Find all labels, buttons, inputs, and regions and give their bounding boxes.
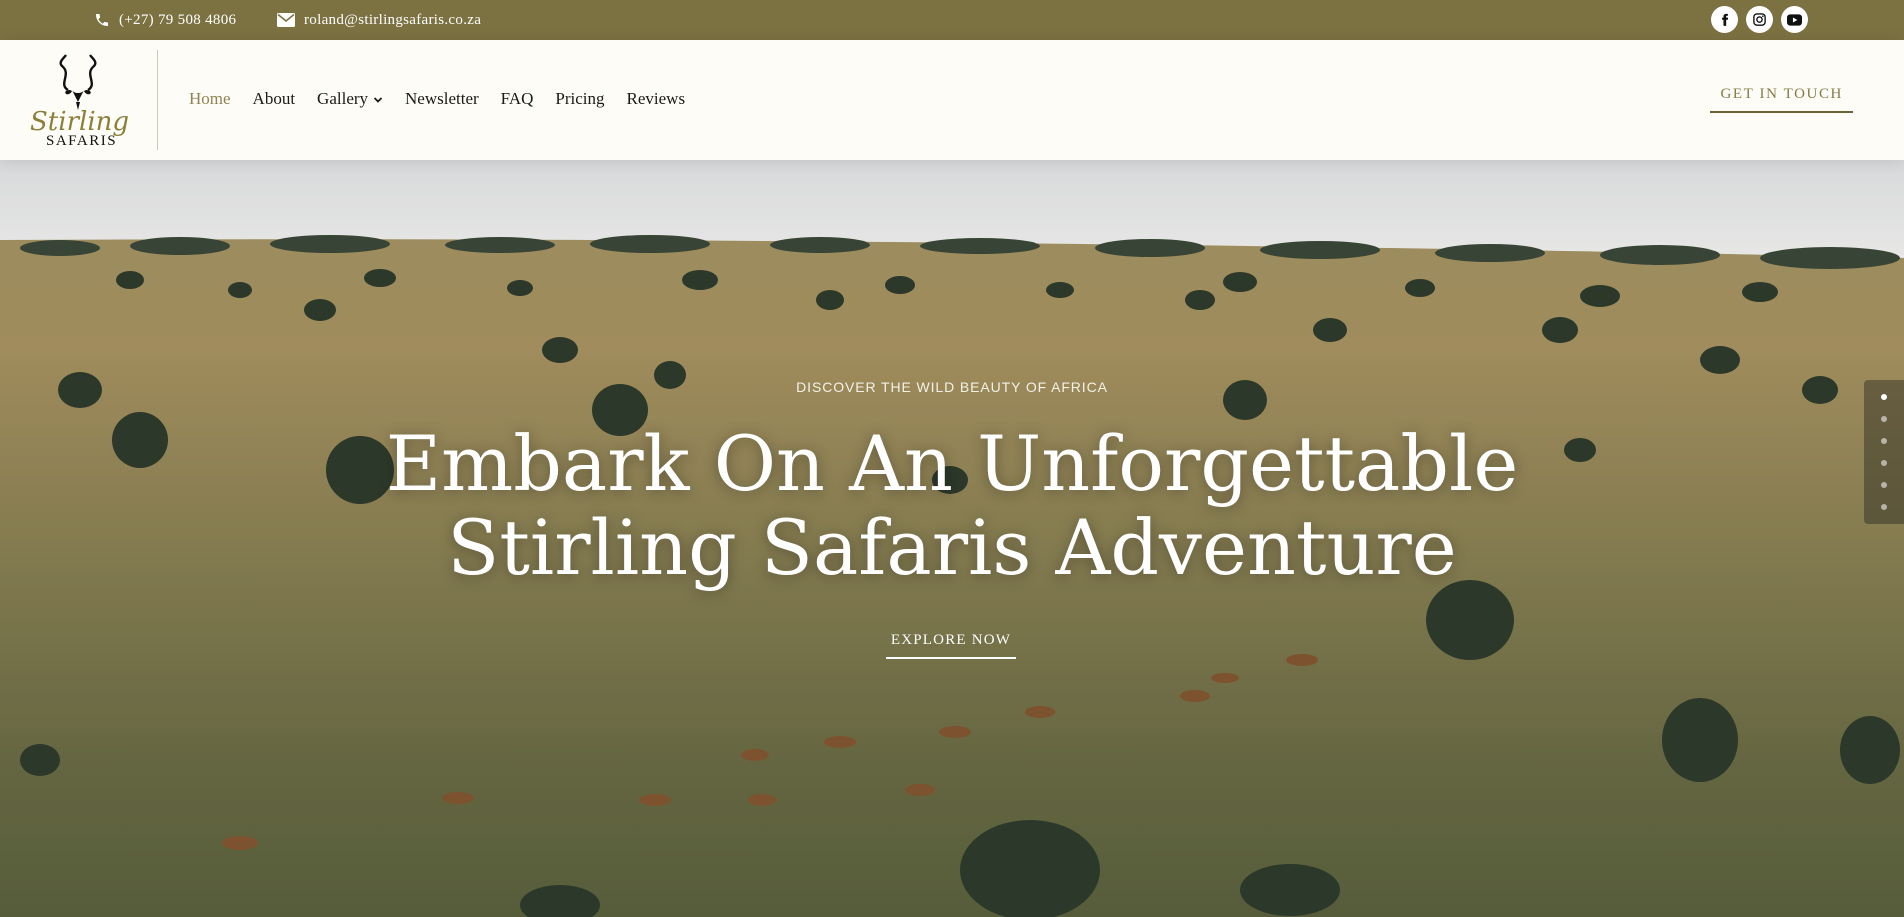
phone-number: (+27) 79 508 4806	[119, 11, 237, 28]
nav-label: Home	[189, 89, 231, 108]
hero-headline-line-1: Embark On An Unforgettable	[385, 419, 1519, 508]
hero-section: DISCOVER THE WILD BEAUTY OF AFRICA Embar…	[0, 160, 1904, 917]
nav-item-reviews[interactable]: Reviews	[627, 89, 686, 109]
instagram-icon[interactable]	[1746, 6, 1773, 33]
top-bar: (+27) 79 508 4806 roland@stirlingsafaris…	[0, 0, 1904, 40]
nav-item-newsletter[interactable]: Newsletter	[405, 89, 479, 109]
phone-icon	[94, 12, 110, 28]
email-address: roland@stirlingsafaris.co.za	[304, 11, 482, 28]
slide-dot-1[interactable]	[1881, 394, 1887, 400]
nav-item-about[interactable]: About	[253, 89, 296, 109]
logo-divider	[157, 50, 158, 150]
hero-headline: Embark On An Unforgettable Stirling Safa…	[0, 422, 1904, 590]
slide-dot-2[interactable]	[1881, 416, 1887, 422]
nav-label: About	[252, 89, 296, 108]
phone-contact[interactable]: (+27) 79 508 4806	[94, 0, 236, 40]
slide-dot-4[interactable]	[1881, 460, 1887, 466]
nav-item-gallery[interactable]: Gallery	[317, 89, 383, 109]
nav-label: Pricing	[555, 89, 605, 108]
kudu-logo-icon: Stirling SAFARIS	[30, 54, 129, 149]
hero-headline-line-2: Stirling Safaris Adventure	[447, 503, 1457, 592]
envelope-icon	[277, 13, 295, 27]
site-header: Stirling SAFARIS Home About Gallery News…	[0, 40, 1904, 160]
logo-word-text: SAFARIS	[46, 133, 117, 146]
nav-item-faq[interactable]: FAQ	[501, 89, 534, 109]
nav-label: Newsletter	[405, 89, 479, 108]
youtube-icon[interactable]	[1781, 6, 1808, 33]
email-contact[interactable]: roland@stirlingsafaris.co.za	[277, 0, 481, 40]
slide-dot-3[interactable]	[1881, 438, 1887, 444]
nav-label: Gallery	[317, 89, 369, 108]
explore-now-button[interactable]: EXPLORE NOW	[886, 632, 1016, 659]
nav-item-home[interactable]: Home	[189, 89, 231, 109]
slide-dot-6[interactable]	[1881, 504, 1887, 510]
slide-dot-5[interactable]	[1881, 482, 1887, 488]
facebook-icon[interactable]	[1711, 6, 1738, 33]
get-in-touch-button[interactable]: GET IN TOUCH	[1710, 86, 1853, 113]
main-nav: Home About Gallery Newsletter FAQ Pricin…	[189, 40, 685, 158]
social-links	[1711, 6, 1808, 33]
nav-label: Reviews	[626, 89, 686, 108]
chevron-down-icon	[373, 89, 383, 109]
nav-item-pricing[interactable]: Pricing	[555, 89, 604, 109]
slider-pagination	[1864, 380, 1904, 524]
nav-label: FAQ	[500, 89, 534, 108]
hero-eyebrow: DISCOVER THE WILD BEAUTY OF AFRICA	[796, 379, 1108, 395]
site-logo[interactable]: Stirling SAFARIS	[28, 54, 132, 149]
